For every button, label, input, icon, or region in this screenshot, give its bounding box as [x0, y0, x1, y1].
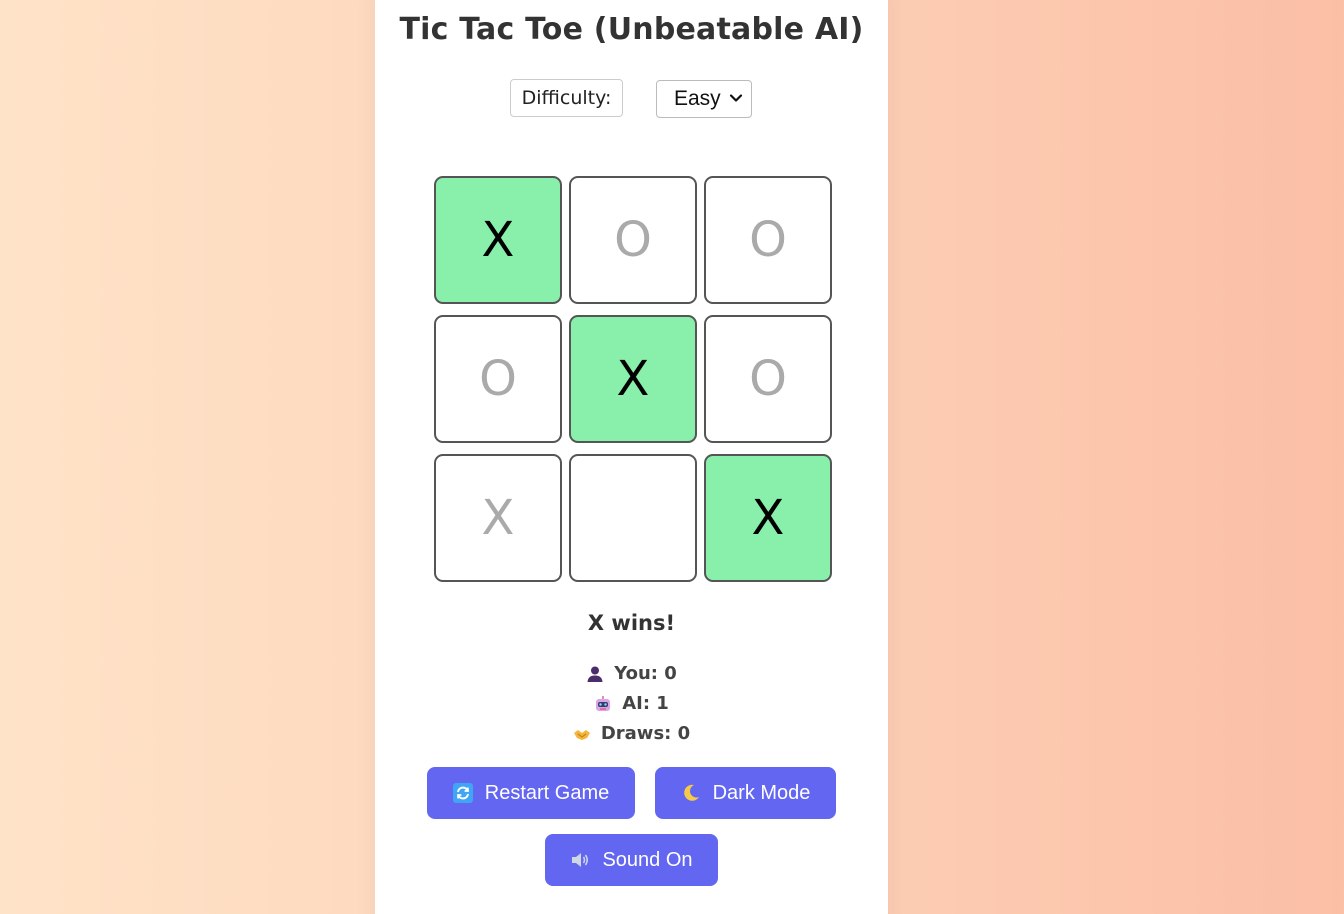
board-cell[interactable]: O: [704, 315, 832, 443]
chevron-down-icon: [729, 94, 743, 102]
difficulty-label: Difficulty:: [510, 79, 623, 117]
board-cell[interactable]: O: [434, 315, 562, 443]
restart-game-button[interactable]: Restart Game: [427, 767, 635, 819]
board-cell[interactable]: [569, 454, 697, 582]
robot-icon: [596, 696, 611, 711]
dark-mode-button[interactable]: Dark Mode: [655, 767, 836, 819]
score-ai: AI: 1: [375, 689, 888, 719]
score-draws-text: Draws: 0: [600, 723, 691, 744]
board-cell[interactable]: O: [569, 176, 697, 304]
handshake-icon: [573, 730, 590, 740]
score-you-text: You: 0: [614, 663, 677, 684]
board-cell[interactable]: X: [434, 176, 562, 304]
difficulty-select[interactable]: Easy: [656, 80, 752, 118]
difficulty-selected-value: Easy: [674, 87, 721, 110]
game-status: X wins!: [587, 611, 676, 635]
score-draws: Draws: 0: [375, 719, 888, 749]
sound-toggle-button[interactable]: Sound On: [545, 834, 718, 886]
board-cell[interactable]: X: [569, 315, 697, 443]
sound-label: Sound On: [602, 848, 693, 871]
difficulty-row: Difficulty: Easy: [375, 79, 888, 119]
page-title: Tic Tac Toe (Unbeatable AI): [399, 12, 864, 47]
score-you: You: 0: [375, 659, 888, 689]
game-card: Tic Tac Toe (Unbeatable AI) Difficulty: …: [375, 0, 888, 914]
user-icon: [587, 666, 603, 682]
board-cell[interactable]: O: [704, 176, 832, 304]
speaker-icon: [572, 853, 589, 867]
refresh-icon: [452, 783, 473, 803]
moon-icon: [683, 784, 699, 801]
scoreboard: You: 0 AI: 1 Draws: 0: [375, 659, 888, 749]
score-ai-text: AI: 1: [622, 693, 669, 714]
dark-mode-label: Dark Mode: [712, 781, 811, 804]
board-cell[interactable]: X: [434, 454, 562, 582]
game-board: X O O O X O X X: [434, 176, 834, 583]
board-cell[interactable]: X: [704, 454, 832, 582]
restart-game-label: Restart Game: [484, 781, 610, 804]
